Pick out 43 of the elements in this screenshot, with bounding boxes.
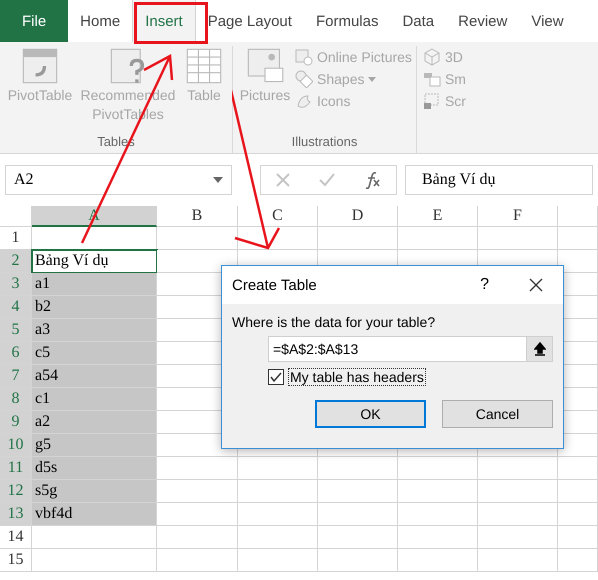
formula-field[interactable]: Bảng Ví dụ	[405, 165, 593, 195]
row-header[interactable]: 12	[0, 480, 32, 503]
row-header[interactable]: 8	[0, 388, 32, 411]
table-cell: s5g	[32, 480, 157, 503]
table-cell: g5	[32, 434, 157, 457]
group-label: Illustrations	[290, 134, 358, 151]
range-field[interactable]: =$A$2:$A$13	[268, 336, 553, 362]
column-header[interactable]: F	[478, 206, 558, 227]
row-header[interactable]: 15	[0, 549, 32, 572]
table-cell: a3	[32, 319, 157, 342]
column-header[interactable]: D	[318, 206, 398, 227]
row-header[interactable]: 5	[0, 319, 32, 342]
row-header[interactable]: 2	[0, 250, 32, 273]
row-header[interactable]: 11	[0, 457, 32, 480]
row-header[interactable]: 1	[0, 227, 32, 250]
checkbox-label[interactable]: My table has headers	[288, 368, 426, 386]
dialog-button[interactable]: OK	[315, 400, 426, 428]
table-cell: a54	[32, 365, 157, 388]
column-header[interactable]: E	[398, 206, 478, 227]
row-header[interactable]: 9	[0, 411, 32, 434]
column-header[interactable]: B	[157, 206, 238, 227]
row-header[interactable]: 6	[0, 342, 32, 365]
table-cell: a1	[32, 273, 157, 296]
table-cell: a2	[32, 411, 157, 434]
row-header[interactable]: 13	[0, 503, 32, 526]
row-header[interactable]: 7	[0, 365, 32, 388]
dialog-title: Create Table	[232, 276, 318, 294]
help-button[interactable]: ?	[480, 276, 489, 294]
table-cell: vbf4d	[32, 503, 157, 526]
table-cell: c1	[32, 388, 157, 411]
column-header[interactable]: C	[238, 206, 318, 227]
row-header[interactable]: 14	[0, 526, 32, 549]
table-cell: b2	[32, 296, 157, 319]
ribbon-tab[interactable]: File	[0, 0, 68, 42]
dialog-button[interactable]: Cancel	[442, 400, 553, 428]
row-header[interactable]: 3	[0, 273, 32, 296]
table-cell: c5	[32, 342, 157, 365]
dialog-prompt: Where is the data for your table?	[232, 314, 436, 330]
table-cell: Bảng Ví dụ	[32, 250, 157, 273]
table-cell: d5s	[32, 457, 157, 480]
row-header[interactable]: 10	[0, 434, 32, 457]
row-header[interactable]: 4	[0, 296, 32, 319]
name-box[interactable]: A2	[5, 165, 232, 195]
